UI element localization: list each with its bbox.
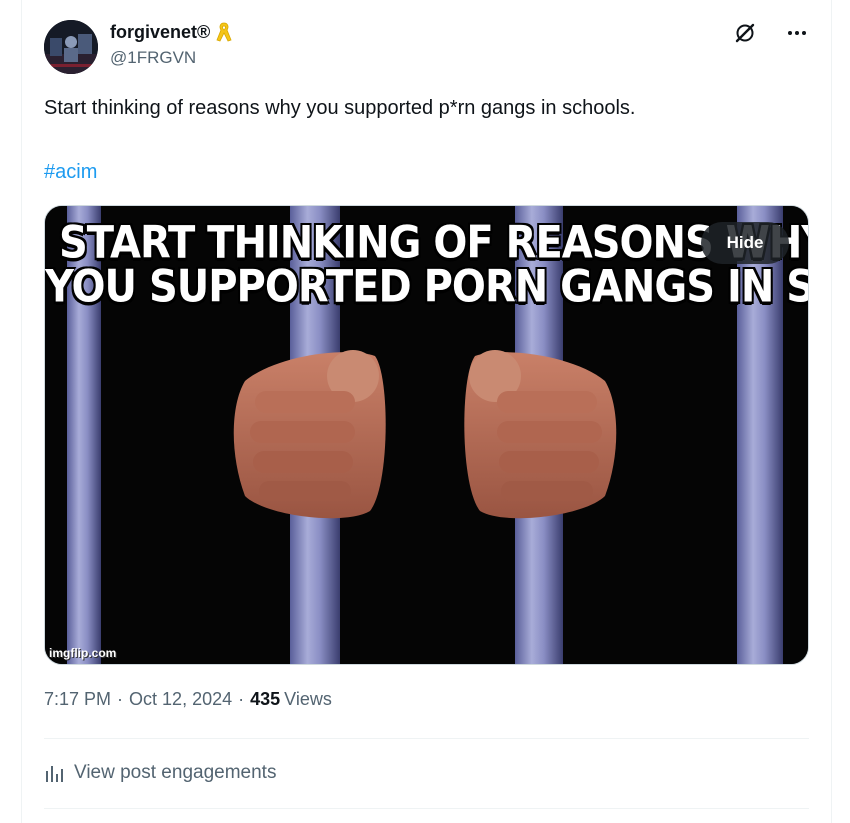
- views-label: Views: [284, 689, 332, 709]
- avatar[interactable]: [44, 20, 98, 74]
- tweet-date[interactable]: Oct 12, 2024: [129, 689, 232, 710]
- hide-button[interactable]: Hide: [701, 222, 789, 264]
- tweet-time[interactable]: 7:17 PM: [44, 689, 111, 710]
- meme-caption-line2: YOU SUPPORTED PORN GANGS IN SCHOOLS: [45, 261, 808, 313]
- tweet-media[interactable]: START THINKING OF REASONS WHY YOU SUPPOR…: [44, 205, 809, 665]
- engagements-label: View post engagements: [74, 762, 277, 783]
- view-engagements-link[interactable]: View post engagements: [44, 762, 276, 784]
- tweet-header: forgivenet® @1FRGVN: [44, 18, 810, 74]
- separator: ·: [117, 689, 124, 709]
- yellow-ribbon-icon: [214, 21, 234, 43]
- author-handle[interactable]: @1FRGVN: [110, 48, 234, 68]
- more-icon[interactable]: [784, 20, 810, 46]
- divider: [44, 808, 809, 809]
- header-actions: [732, 20, 810, 46]
- views-count: 435: [250, 689, 281, 709]
- author-names: forgivenet® @1FRGVN: [110, 20, 234, 68]
- tweet-text: Start thinking of reasons why you suppor…: [44, 97, 636, 119]
- grok-icon[interactable]: [732, 20, 758, 46]
- watermark: imgflip.com: [49, 646, 117, 660]
- separator: ·: [238, 689, 245, 709]
- author-display-name[interactable]: forgivenet®: [110, 22, 210, 43]
- hashtag-link[interactable]: #acim: [44, 159, 97, 185]
- bar-chart-icon: [44, 763, 64, 783]
- divider: [44, 738, 809, 739]
- tweet-meta: 7:17 PM · Oct 12, 2024 · 435 Views: [44, 689, 332, 710]
